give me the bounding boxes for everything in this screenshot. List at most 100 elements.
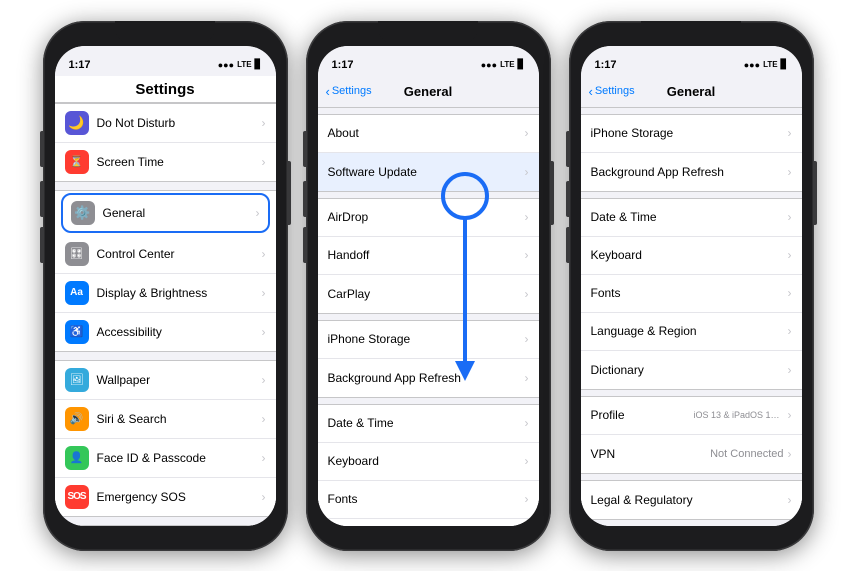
profile3-value: iOS 13 & iPadOS 13 Beta Softwar…	[694, 410, 784, 420]
fonts-chevron: ›	[525, 492, 529, 506]
list-item3-profile[interactable]: Profile iOS 13 & iPadOS 13 Beta Softwar……	[581, 397, 802, 435]
group3-profile: Profile iOS 13 & iPadOS 13 Beta Softwar……	[581, 396, 802, 474]
list-item-airdrop[interactable]: AirDrop ›	[318, 199, 539, 237]
list-item3-bgrefresh[interactable]: Background App Refresh ›	[581, 153, 802, 191]
display-icon: Aa	[65, 281, 89, 305]
group2-bottom: iPhone Storage › Background App Refresh …	[318, 320, 539, 398]
list-item-fonts[interactable]: Fonts ›	[318, 481, 539, 519]
iphonestorage3-chevron: ›	[788, 126, 792, 140]
carrier-label-1: LTE	[237, 60, 252, 69]
language3-chevron: ›	[788, 324, 792, 338]
gap-1	[55, 182, 276, 190]
datetime-label: Date & Time	[328, 416, 525, 430]
wallpaper-chevron: ›	[262, 373, 266, 387]
list-item-display[interactable]: Aa Display & Brightness ›	[55, 274, 276, 313]
screen-content-2: ‹ Settings General About › Software Upda…	[318, 76, 539, 526]
dnd-icon: 🌙	[65, 111, 89, 135]
softwareupdate-label: Software Update	[328, 165, 525, 179]
list-item-handoff[interactable]: Handoff ›	[318, 237, 539, 275]
list-item-keyboard[interactable]: Keyboard ›	[318, 443, 539, 481]
list-item-screentime[interactable]: ⏳ Screen Time ›	[55, 143, 276, 181]
nav-bar-2: ‹ Settings General	[318, 76, 539, 108]
fonts-label: Fonts	[328, 492, 525, 506]
carplay-label: CarPlay	[328, 287, 525, 301]
list-item-sos[interactable]: SOS Emergency SOS ›	[55, 478, 276, 516]
battery-icon-2: ▊	[518, 59, 525, 70]
airdrop-label: AirDrop	[328, 210, 525, 224]
group2-more: Date & Time › Keyboard › Fonts › Languag…	[318, 404, 539, 526]
signal-icon-2: ●●●	[481, 60, 497, 70]
gap-2	[55, 352, 276, 360]
back-chevron-3: ‹	[589, 84, 593, 99]
list-item-about[interactable]: About ›	[318, 115, 539, 153]
list-item3-legal[interactable]: Legal & Regulatory ›	[581, 481, 802, 519]
wallpaper-icon: 🖼	[65, 368, 89, 392]
list-item-controlcenter[interactable]: 🎛 Control Center ›	[55, 235, 276, 274]
sos-label: Emergency SOS	[97, 490, 262, 504]
siri-label: Siri & Search	[97, 412, 262, 426]
list-item-wallpaper[interactable]: 🖼 Wallpaper ›	[55, 361, 276, 400]
keyboard-chevron: ›	[525, 454, 529, 468]
profile3-label: Profile	[591, 408, 694, 422]
back-chevron-2: ‹	[326, 84, 330, 99]
keyboard3-chevron: ›	[788, 248, 792, 262]
vpn3-label: VPN	[591, 447, 711, 461]
status-icons-3: ●●● LTE ▊	[744, 59, 788, 70]
list-item-bgrefresh[interactable]: Background App Refresh ›	[318, 359, 539, 397]
screentime-label: Screen Time	[97, 155, 262, 169]
phone-1: 1:17 ●●● LTE ▊ Settings 🌙 Do Not Disturb…	[43, 21, 288, 551]
list-item-faceid[interactable]: 👤 Face ID & Passcode ›	[55, 439, 276, 478]
keyboard3-label: Keyboard	[591, 248, 788, 262]
about-label: About	[328, 126, 525, 140]
group2-mid: AirDrop › Handoff › CarPlay ›	[318, 198, 539, 314]
list-item-carplay[interactable]: CarPlay ›	[318, 275, 539, 313]
nav-bar-3: ‹ Settings General	[581, 76, 802, 108]
list-item-iphonestorage[interactable]: iPhone Storage ›	[318, 321, 539, 359]
list-item3-datetime[interactable]: Date & Time ›	[581, 199, 802, 237]
fonts3-label: Fonts	[591, 286, 788, 300]
iphonestorage-label: iPhone Storage	[328, 332, 525, 346]
settings-list-1: 🌙 Do Not Disturb › ⏳ Screen Time › ⚙️	[55, 103, 276, 526]
bgrefresh-chevron: ›	[525, 371, 529, 385]
list-item-language[interactable]: Language & Region ›	[318, 519, 539, 526]
general-list-2: About › Software Update › AirDrop ›	[318, 108, 539, 526]
list-item-softwareupdate[interactable]: Software Update ›	[318, 153, 539, 191]
list-item-dnd[interactable]: 🌙 Do Not Disturb ›	[55, 104, 276, 143]
general-label: General	[103, 206, 256, 220]
display-label: Display & Brightness	[97, 286, 262, 300]
datetime-chevron: ›	[525, 416, 529, 430]
phone-3: 1:17 ●●● LTE ▊ ‹ Settings General iPhone…	[569, 21, 814, 551]
settings-title: Settings	[55, 76, 276, 103]
faceid-icon: 👤	[65, 446, 89, 470]
list-item3-dictionary[interactable]: Dictionary ›	[581, 351, 802, 389]
list-item3-fonts[interactable]: Fonts ›	[581, 275, 802, 313]
list-item3-iphonestorage[interactable]: iPhone Storage ›	[581, 115, 802, 153]
status-bar-2: 1:17 ●●● LTE ▊	[318, 46, 539, 76]
bgrefresh3-label: Background App Refresh	[591, 165, 788, 179]
nav-back-2[interactable]: ‹ Settings	[326, 84, 372, 99]
fonts3-chevron: ›	[788, 286, 792, 300]
screen-content-1: Settings 🌙 Do Not Disturb › ⏳ Screen Tim…	[55, 76, 276, 526]
status-bar-3: 1:17 ●●● LTE ▊	[581, 46, 802, 76]
dictionary3-chevron: ›	[788, 363, 792, 377]
bgrefresh3-chevron: ›	[788, 165, 792, 179]
list-item-general[interactable]: ⚙️ General ›	[61, 193, 270, 233]
list-item3-keyboard[interactable]: Keyboard ›	[581, 237, 802, 275]
list-item-siri[interactable]: 🔊 Siri & Search ›	[55, 400, 276, 439]
list-item-datetime[interactable]: Date & Time ›	[318, 405, 539, 443]
general-icon: ⚙️	[71, 201, 95, 225]
status-bar-1: 1:17 ●●● LTE ▊	[55, 46, 276, 76]
legal3-label: Legal & Regulatory	[591, 493, 788, 507]
signal-icon-3: ●●●	[744, 60, 760, 70]
handoff-chevron: ›	[525, 248, 529, 262]
faceid-chevron: ›	[262, 451, 266, 465]
list-item3-language[interactable]: Language & Region ›	[581, 313, 802, 351]
language3-label: Language & Region	[591, 324, 788, 338]
list-item3-vpn[interactable]: VPN Not Connected ›	[581, 435, 802, 473]
signal-icon-1: ●●●	[218, 60, 234, 70]
nav-back-3[interactable]: ‹ Settings	[589, 84, 635, 99]
display-chevron: ›	[262, 286, 266, 300]
list-item-accessibility[interactable]: ♿ Accessibility ›	[55, 313, 276, 351]
controlcenter-chevron: ›	[262, 247, 266, 261]
vpn3-chevron: ›	[788, 447, 792, 461]
